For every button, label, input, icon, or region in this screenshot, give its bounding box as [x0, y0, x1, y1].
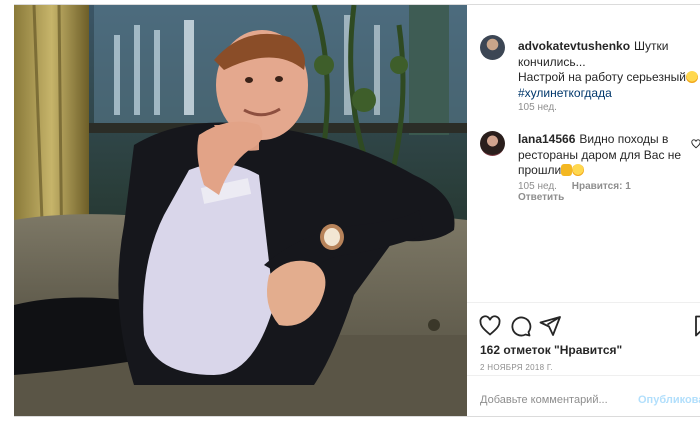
comment-age: 105 нед.	[518, 181, 557, 192]
owner-username[interactable]: advokatevtushenko	[518, 39, 630, 53]
comment-input[interactable]: Добавьте комментарий...	[480, 394, 608, 406]
caption-line-1: Шутки	[634, 39, 669, 53]
thumbs-up-emoji-icon	[561, 164, 573, 176]
likes-count[interactable]: 162 отметок "Нравится"	[480, 343, 622, 357]
laughing-emoji-icon	[685, 71, 698, 83]
divider	[467, 375, 700, 376]
post-caption: advokatevtushenko Шутки кончились... Наст…	[518, 39, 698, 101]
grin-emoji-icon	[572, 164, 585, 176]
hashtag-link[interactable]: #хулинеткогдада	[518, 86, 612, 100]
post-sidebar: advokatevtushenko Шутки кончились... Наст…	[467, 5, 700, 416]
reply-button[interactable]: Ответить	[518, 192, 564, 203]
comment-likes[interactable]: Нравится: 1	[572, 181, 631, 192]
post-date: 2 ноября 2018 г.	[480, 363, 554, 372]
comment-line-1: Видно походы в	[579, 132, 669, 146]
bookmark-icon[interactable]	[691, 314, 700, 338]
divider	[467, 302, 700, 303]
comment-like-heart-icon[interactable]	[691, 139, 700, 149]
heart-icon[interactable]	[478, 314, 502, 338]
comment-meta: 105 нед. Нравится: 1 Ответить	[518, 181, 700, 203]
share-icon[interactable]	[538, 314, 562, 338]
owner-avatar[interactable]	[480, 35, 505, 60]
post-photo[interactable]	[14, 5, 467, 416]
caption-line-3: Настрой на работу серьезный	[518, 70, 686, 84]
comment-body: lana14566 Видно походы в рестораны даром …	[518, 132, 688, 179]
comment-line-3: прошли	[518, 163, 562, 177]
publish-button[interactable]: Опубликовать	[638, 394, 700, 406]
commenter-username[interactable]: lana14566	[518, 132, 575, 146]
post-age: 105 нед.	[518, 102, 557, 113]
photo-illustration	[14, 5, 467, 416]
caption-line-2: кончились...	[518, 54, 586, 69]
comment-line-2: рестораны даром для Вас не	[518, 147, 682, 162]
commenter-avatar[interactable]	[480, 131, 505, 156]
comment-icon[interactable]	[508, 314, 532, 338]
